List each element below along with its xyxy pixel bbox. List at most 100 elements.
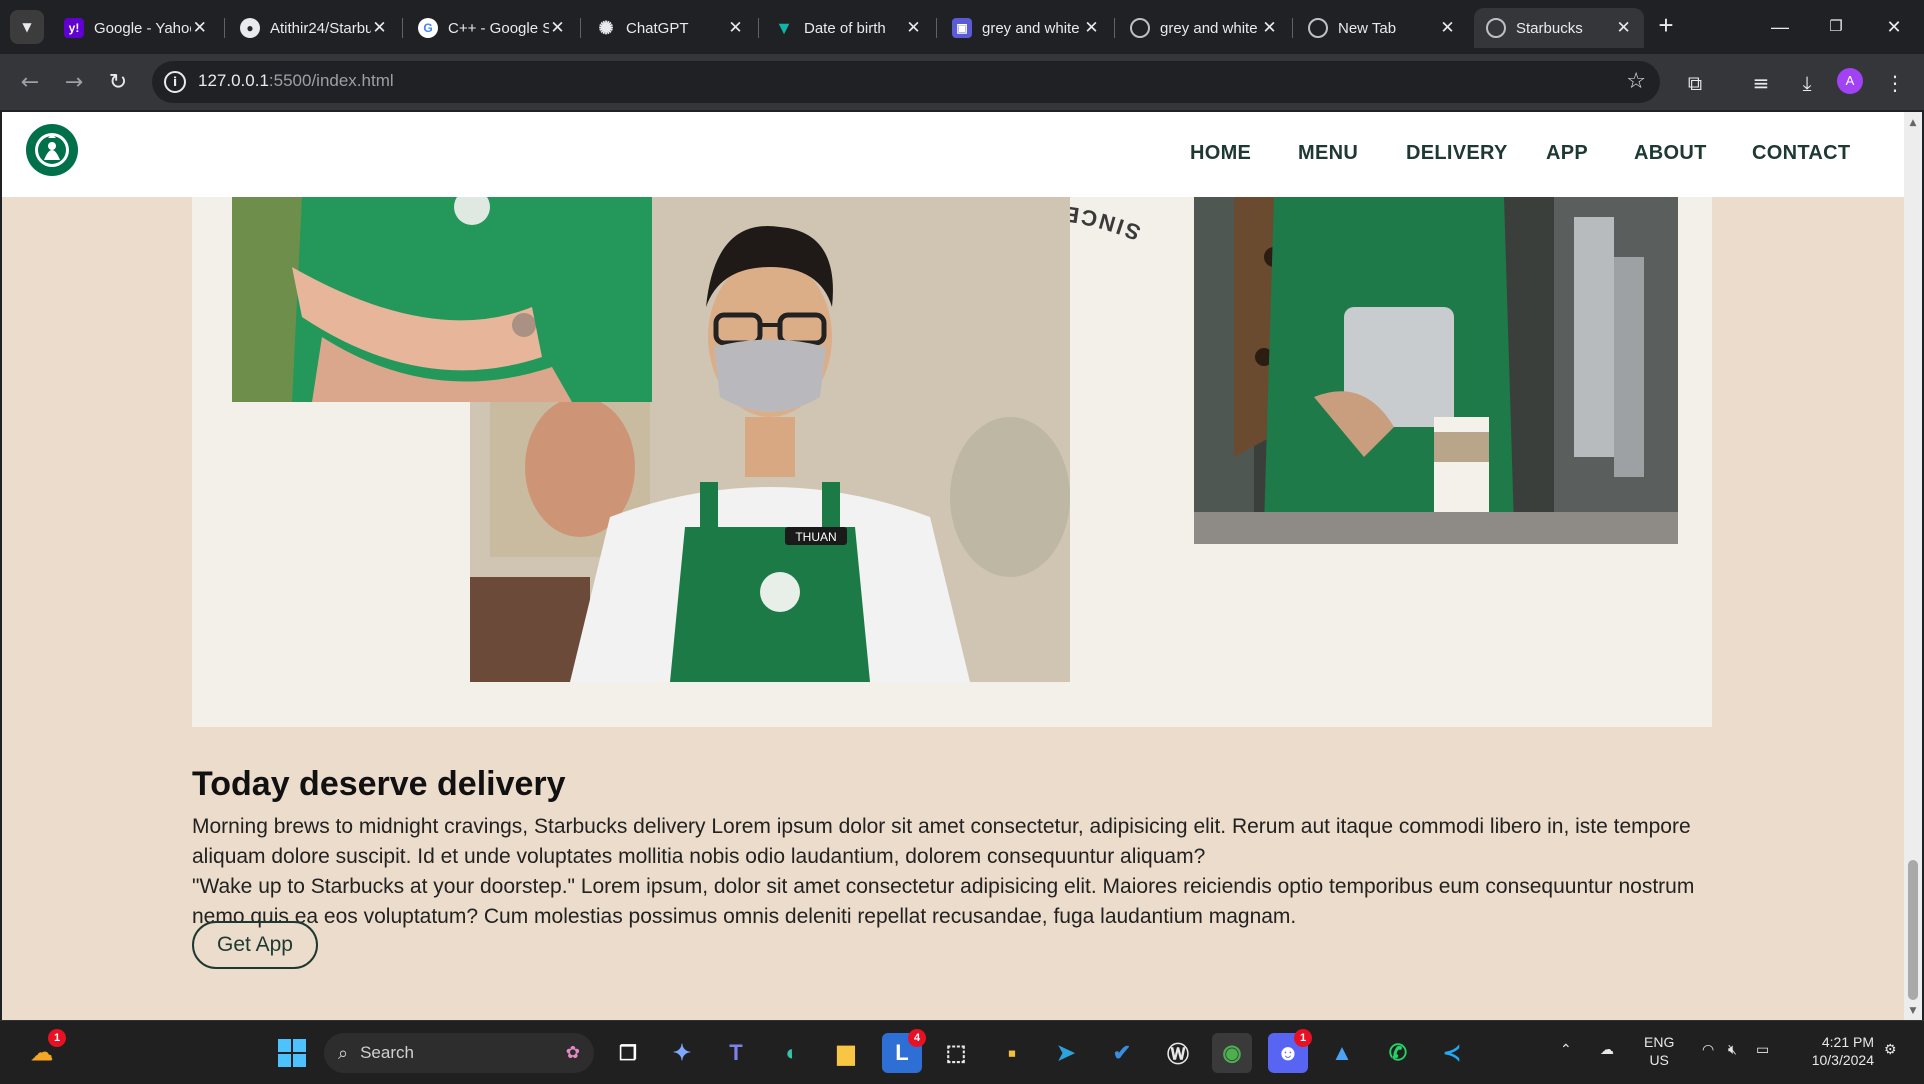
close-tab-icon[interactable]: ✕: [191, 18, 208, 38]
close-tab-icon[interactable]: ✕: [905, 18, 922, 38]
tab-grey-white-2[interactable]: grey and white ✕: [1118, 8, 1290, 48]
close-tab-icon[interactable]: ✕: [1261, 18, 1278, 38]
scroll-up-icon[interactable]: ▲: [1908, 118, 1918, 128]
chatgpt-icon: ✺: [598, 17, 614, 38]
url-text[interactable]: 127.0.0.1:5500/index.html: [198, 71, 394, 91]
scroll-down-icon[interactable]: ▼: [1908, 1006, 1918, 1016]
notifications-icon[interactable]: ⚙: [1884, 1041, 1897, 1058]
tab-github[interactable]: ● Atithir24/Starbucks ✕: [228, 8, 400, 48]
new-tab-button[interactable]: +: [1652, 12, 1680, 40]
address-bar[interactable]: i 127.0.0.1:5500/index.html ☆: [152, 61, 1660, 103]
site-header: HOME MENU DELIVERY APP ABOUT CONTACT: [2, 112, 1904, 197]
wifi-icon[interactable]: ◠: [1702, 1041, 1714, 1058]
tab-title: C++ - Google Search: [448, 19, 549, 37]
tab-title: New Tab: [1338, 19, 1397, 37]
file-explorer-icon[interactable]: ▆: [826, 1033, 866, 1073]
photo-gallery: SINCE 1971 · THUAN: [192, 197, 1712, 727]
microsoft-store-icon[interactable]: ⬚: [936, 1033, 976, 1073]
close-tab-icon[interactable]: ✕: [1439, 18, 1456, 38]
battery-icon[interactable]: ▭: [1756, 1041, 1769, 1058]
close-tab-icon[interactable]: ✕: [1083, 18, 1100, 38]
globe-icon: [1130, 18, 1150, 38]
restore-icon[interactable]: ❐: [1816, 12, 1856, 42]
todo-check-icon[interactable]: ✔: [1102, 1033, 1142, 1073]
barista-pouring-milk-photo: [1194, 197, 1678, 544]
nav-delivery[interactable]: DELIVERY: [1406, 142, 1508, 165]
nav-menu[interactable]: MENU: [1298, 142, 1358, 165]
tab-title: Starbucks: [1516, 19, 1583, 37]
tab-chatgpt[interactable]: ✺ ChatGPT ✕: [584, 8, 756, 48]
nav-about[interactable]: ABOUT: [1634, 142, 1707, 165]
tab-yahoo[interactable]: y! Google - Yahoo ✕: [52, 8, 220, 48]
globe-icon: [1486, 18, 1506, 38]
get-app-button[interactable]: Get App: [192, 921, 318, 969]
windows-taskbar: ☁ 1 ⌕ Search ✿ ❐ ✦ T ◐ ▆ L 4 ⬚ ◼ ➤ ✔ Ⓦ ◉…: [0, 1020, 1924, 1084]
nav-home[interactable]: HOME: [1190, 142, 1251, 165]
close-tab-icon[interactable]: ✕: [727, 18, 744, 38]
close-window-icon[interactable]: ✕: [1874, 12, 1914, 42]
clock[interactable]: 4:21 PM 10/3/2024: [1796, 1033, 1874, 1069]
show-hidden-icons[interactable]: ⌃: [1560, 1041, 1572, 1058]
menu-kebab-icon[interactable]: ⋮: [1880, 68, 1910, 98]
back-arrow-icon[interactable]: ←: [14, 67, 46, 99]
chrome-icon[interactable]: ◉: [1212, 1033, 1252, 1073]
vscode-icon[interactable]: ≺: [1432, 1033, 1472, 1073]
download-icon[interactable]: ⤓: [1792, 68, 1822, 98]
windows-start-icon[interactable]: [272, 1033, 312, 1073]
notification-badge: 1: [1294, 1029, 1312, 1047]
scroll-thumb[interactable]: [1908, 860, 1918, 1000]
bookmark-star-icon[interactable]: ☆: [1626, 69, 1646, 94]
telegram-icon[interactable]: ➤: [1046, 1033, 1086, 1073]
tab-google-search[interactable]: G C++ - Google Search ✕: [406, 8, 578, 48]
close-tab-icon[interactable]: ✕: [1615, 18, 1632, 38]
site-info-icon[interactable]: i: [164, 71, 186, 93]
media-controls-icon[interactable]: ≡: [1746, 68, 1776, 98]
notification-badge: 4: [908, 1029, 926, 1047]
starbucks-logo[interactable]: [26, 124, 78, 176]
taskbar-search[interactable]: ⌕ Search ✿: [324, 1033, 594, 1073]
tab-title: Atithir24/Starbucks: [270, 19, 371, 37]
browser-tab-strip: ▼ y! Google - Yahoo ✕ ● Atithir24/Starbu…: [0, 0, 1924, 54]
extensions-icon[interactable]: ⧉: [1680, 68, 1710, 98]
nav-contact[interactable]: CONTACT: [1752, 142, 1850, 165]
todo-l-icon[interactable]: L 4: [882, 1029, 926, 1073]
tab-starbucks[interactable]: Starbucks ✕: [1474, 8, 1644, 48]
section-title: Today deserve delivery: [192, 765, 566, 803]
profile-avatar[interactable]: A: [1837, 68, 1863, 94]
page-scrollbar[interactable]: ▲ ▼: [1904, 112, 1922, 1020]
reload-icon[interactable]: ↻: [102, 67, 134, 99]
forward-arrow-icon[interactable]: →: [58, 67, 90, 99]
task-view-icon[interactable]: ❐: [608, 1033, 648, 1073]
whatsapp-icon[interactable]: ✆: [1378, 1033, 1418, 1073]
language-indicator[interactable]: ENG US: [1644, 1033, 1674, 1069]
close-tab-icon[interactable]: ✕: [549, 18, 566, 38]
nav-app[interactable]: APP: [1546, 142, 1588, 165]
vercel-v-icon: ▼: [775, 17, 793, 38]
onedrive-icon[interactable]: ☁: [1600, 1041, 1614, 1058]
copilot-icon[interactable]: ✦: [662, 1033, 702, 1073]
section-paragraph-2: "Wake up to Starbucks at your doorstep."…: [192, 875, 1695, 928]
volume-muted-icon[interactable]: 🔇︎: [1728, 1041, 1737, 1058]
edge-icon[interactable]: ◐: [772, 1033, 812, 1073]
github-icon: ●: [240, 18, 260, 38]
tab-date-of-birth[interactable]: ▼ Date of birth ✕: [762, 8, 934, 48]
tab-grey-white-1[interactable]: ▣ grey and white ✕: [940, 8, 1112, 48]
minimize-icon[interactable]: —: [1760, 12, 1800, 42]
chevron-down-icon: ▼: [22, 20, 32, 34]
discord-icon[interactable]: ☻ 1: [1268, 1029, 1312, 1073]
section-paragraph-1: Morning brews to midnight cravings, Star…: [192, 815, 1691, 868]
close-tab-icon[interactable]: ✕: [371, 18, 388, 38]
tab-title: grey and white: [982, 19, 1080, 37]
globe-icon: [1308, 18, 1328, 38]
tab-title: Date of birth: [804, 19, 886, 37]
wordpress-icon[interactable]: Ⓦ: [1158, 1033, 1198, 1073]
tab-title: grey and white: [1160, 19, 1258, 37]
tab-new-tab[interactable]: New Tab ✕: [1296, 8, 1468, 48]
search-icon: ⌕: [338, 1042, 349, 1063]
weather-widget-icon[interactable]: ☁ 1: [22, 1029, 66, 1073]
photos-icon[interactable]: ▲: [1322, 1033, 1362, 1073]
college-app-icon[interactable]: ◼: [992, 1033, 1032, 1073]
teams-icon[interactable]: T: [716, 1033, 756, 1073]
google-icon: G: [418, 18, 438, 38]
tab-search-button[interactable]: ▼: [10, 10, 44, 44]
